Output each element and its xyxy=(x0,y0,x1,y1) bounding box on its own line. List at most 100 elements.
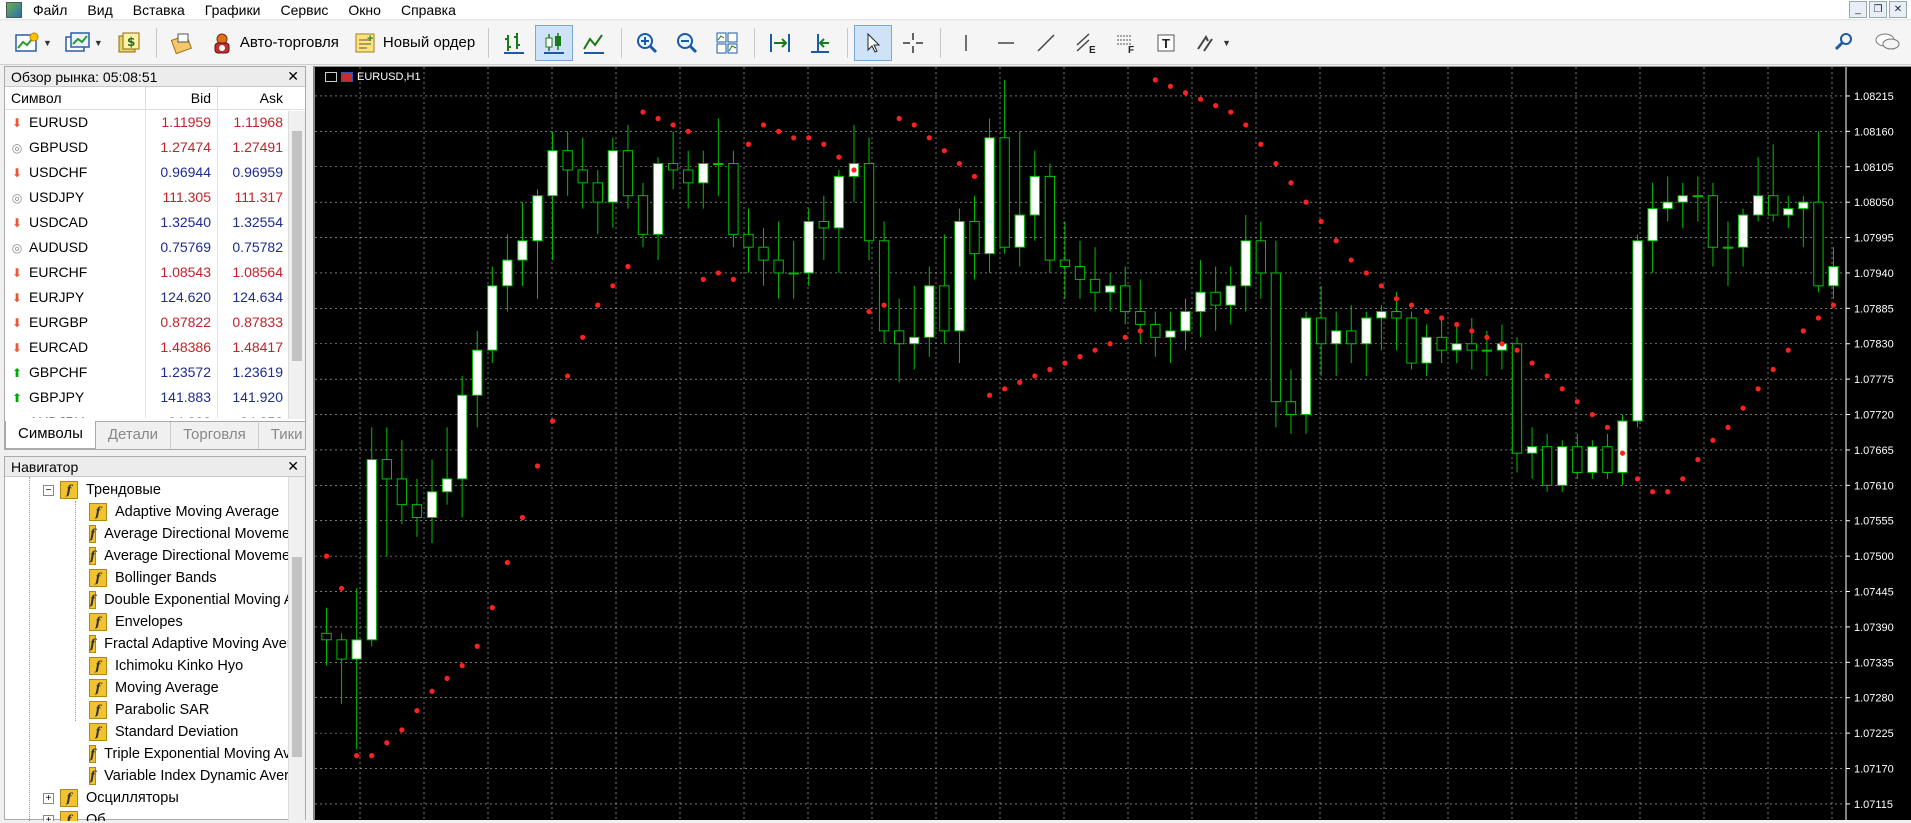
market-watch-button[interactable]: $ xyxy=(110,25,148,61)
market-watch-row[interactable]: ⬇ USDCHF 0.96944 0.96959 xyxy=(5,160,305,185)
column-header-symbol[interactable]: Символ xyxy=(5,87,145,110)
restore-icon[interactable]: ❐ xyxy=(1869,1,1887,18)
chevron-down-icon[interactable]: ▼ xyxy=(94,38,103,48)
price-chart[interactable]: 1.08215 1.08160 1.08105 1.08050 1.07995 1.079… xyxy=(315,67,1911,820)
chevron-down-icon[interactable]: ▼ xyxy=(1222,38,1231,48)
market-watch-row[interactable]: ⬇ AUDJPY 84.33384.358 xyxy=(5,410,305,418)
column-header-ask[interactable]: Ask xyxy=(217,86,289,110)
symbol-name: EURCHF xyxy=(29,264,88,280)
collapse-icon[interactable]: − xyxy=(43,484,54,496)
candle-body xyxy=(396,478,408,506)
zoom-out-button[interactable] xyxy=(668,25,706,61)
tile-windows-button[interactable] xyxy=(708,25,746,61)
crosshair-button[interactable] xyxy=(894,25,932,61)
parabolic-sar-dot xyxy=(1303,199,1309,205)
tree-group-trend[interactable]: − f Трендовые xyxy=(43,479,161,501)
menu-window[interactable]: Окно xyxy=(343,0,396,20)
indicator-item[interactable]: f Standard Deviation xyxy=(89,721,238,743)
market-watch-row[interactable]: ⬆ GBPCHF 1.23572 1.23619 xyxy=(5,360,305,385)
market-watch-titlebar: Обзор рынка: 05:08:51 ✕ xyxy=(5,67,305,87)
indicator-item[interactable]: f Bollinger Bands xyxy=(89,567,217,589)
indicator-item[interactable]: f Double Exponential Moving Average xyxy=(89,589,288,611)
autoscroll-button[interactable] xyxy=(801,25,839,61)
fibonacci-button[interactable]: F xyxy=(1107,25,1145,61)
cursor-button[interactable] xyxy=(854,24,893,61)
indicator-label: Double Exponential Moving Average xyxy=(104,592,288,608)
horizontal-line-button[interactable] xyxy=(987,25,1025,61)
parabolic-sar-dot xyxy=(836,154,842,160)
market-watch-row[interactable]: ⬇ EURUSD 1.11959 1.11968 xyxy=(5,110,305,135)
market-watch-row[interactable]: ⬇ EURCHF 1.08543 1.08564 xyxy=(5,260,305,285)
candlestick-button[interactable] xyxy=(535,24,574,61)
new-chart-button[interactable]: ▼ xyxy=(8,25,57,61)
scrollbar-thumb[interactable] xyxy=(292,557,302,757)
candle-body xyxy=(622,150,634,197)
auto-trading-button[interactable]: Авто-торговля xyxy=(203,25,344,61)
close-icon[interactable]: ✕ xyxy=(1889,1,1907,18)
chevron-down-icon[interactable]: ▼ xyxy=(43,38,52,48)
chart-shift-button[interactable] xyxy=(761,25,799,61)
market-watch-row[interactable]: ◎ GBPUSD 1.27474 1.27491 xyxy=(5,135,305,160)
profiles-button[interactable]: ▼ xyxy=(59,25,108,61)
indicator-item[interactable]: f Fractal Adaptive Moving Average xyxy=(89,633,288,655)
metaeditor-button[interactable] xyxy=(163,25,201,61)
arrow-down-icon: ⬇ xyxy=(11,216,23,230)
vertical-line-button[interactable] xyxy=(947,25,985,61)
parabolic-sar-dot xyxy=(1815,315,1821,321)
expand-icon[interactable]: + xyxy=(43,792,54,804)
close-icon[interactable]: ✕ xyxy=(287,458,299,475)
zoom-in-button[interactable] xyxy=(628,25,666,61)
market-watch-row[interactable]: ⬇ EURGBP 0.87822 0.87833 xyxy=(5,310,305,335)
market-watch-row[interactable]: ⬇ EURJPY 124.620 124.634 xyxy=(5,285,305,310)
indicator-item[interactable]: f Adaptive Moving Average xyxy=(89,501,279,523)
menu-charts[interactable]: Графики xyxy=(200,0,276,20)
indicator-item[interactable]: f Envelopes xyxy=(89,611,183,633)
crosshair-icon xyxy=(899,29,927,57)
market-watch-row[interactable]: ⬆ GBPJPY 141.883 141.920 xyxy=(5,385,305,410)
menu-insert[interactable]: Вставка xyxy=(128,0,200,20)
market-watch-row[interactable]: ⬇ USDCAD 1.32540 1.32554 xyxy=(5,210,305,235)
symbol-name: USDJPY xyxy=(29,189,85,205)
market-watch-row[interactable]: ◎ AUDUSD 0.75769 0.75782 xyxy=(5,235,305,260)
minimize-icon[interactable]: _ xyxy=(1849,1,1867,18)
menu-tools[interactable]: Сервис xyxy=(275,0,343,20)
tab-details[interactable]: Детали xyxy=(96,422,172,449)
tree-group-volumes[interactable]: + f Об xyxy=(43,809,106,821)
price-label: 1.07445 xyxy=(1854,587,1894,599)
indicator-item[interactable]: f Variable Index Dynamic Average xyxy=(89,765,288,787)
market-watch-row[interactable]: ⬇ EURCAD 1.48386 1.48417 xyxy=(5,335,305,360)
trendline-button[interactable] xyxy=(1027,25,1065,61)
indicator-item[interactable]: f Moving Average xyxy=(89,677,219,699)
tree-group-oscillators[interactable]: + f Осцилляторы xyxy=(43,787,179,809)
vertical-scrollbar[interactable] xyxy=(288,477,305,821)
expand-icon[interactable]: + xyxy=(43,814,54,821)
vertical-scrollbar[interactable] xyxy=(288,111,305,419)
tab-symbols[interactable]: Символы xyxy=(5,421,96,449)
search-icon[interactable] xyxy=(1833,31,1855,56)
parabolic-sar-dot xyxy=(1002,386,1008,392)
indicator-item[interactable]: f Average Directional Movement Index xyxy=(89,523,288,545)
menu-view[interactable]: Вид xyxy=(82,0,127,20)
new-order-button[interactable]: + Новый ордер xyxy=(346,25,480,61)
market-watch-row[interactable]: ◎ USDJPY 111.305 111.317 xyxy=(5,185,305,210)
indicator-item[interactable]: f Triple Exponential Moving Average xyxy=(89,743,288,765)
app-icon[interactable] xyxy=(6,1,22,18)
tab-trading[interactable]: Торговля xyxy=(171,422,259,449)
arrows-button[interactable]: ▼ xyxy=(1187,25,1236,61)
tab-ticks[interactable]: Тики xyxy=(259,422,316,449)
indicator-label: Average Directional Movement Index Wilde… xyxy=(104,548,288,564)
chat-icon[interactable] xyxy=(1873,31,1901,56)
chart-window[interactable]: 1.08215 1.08160 1.08105 1.08050 1.07995 1.079… xyxy=(313,66,1911,820)
line-chart-button[interactable] xyxy=(575,25,613,61)
indicator-item[interactable]: f Parabolic SAR xyxy=(89,699,209,721)
indicator-item[interactable]: f Average Directional Movement Index Wild… xyxy=(89,545,288,567)
menu-file[interactable]: Файл xyxy=(28,0,82,20)
indicator-item[interactable]: f Ichimoku Kinko Hyo xyxy=(89,655,243,677)
column-header-bid[interactable]: Bid xyxy=(145,86,217,110)
scrollbar-thumb[interactable] xyxy=(292,131,302,361)
equidistant-channel-button[interactable]: E xyxy=(1067,25,1105,61)
text-button[interactable]: T xyxy=(1147,25,1185,61)
close-icon[interactable]: ✕ xyxy=(287,68,299,85)
menu-help[interactable]: Справка xyxy=(396,0,471,20)
bar-chart-button[interactable] xyxy=(495,25,533,61)
